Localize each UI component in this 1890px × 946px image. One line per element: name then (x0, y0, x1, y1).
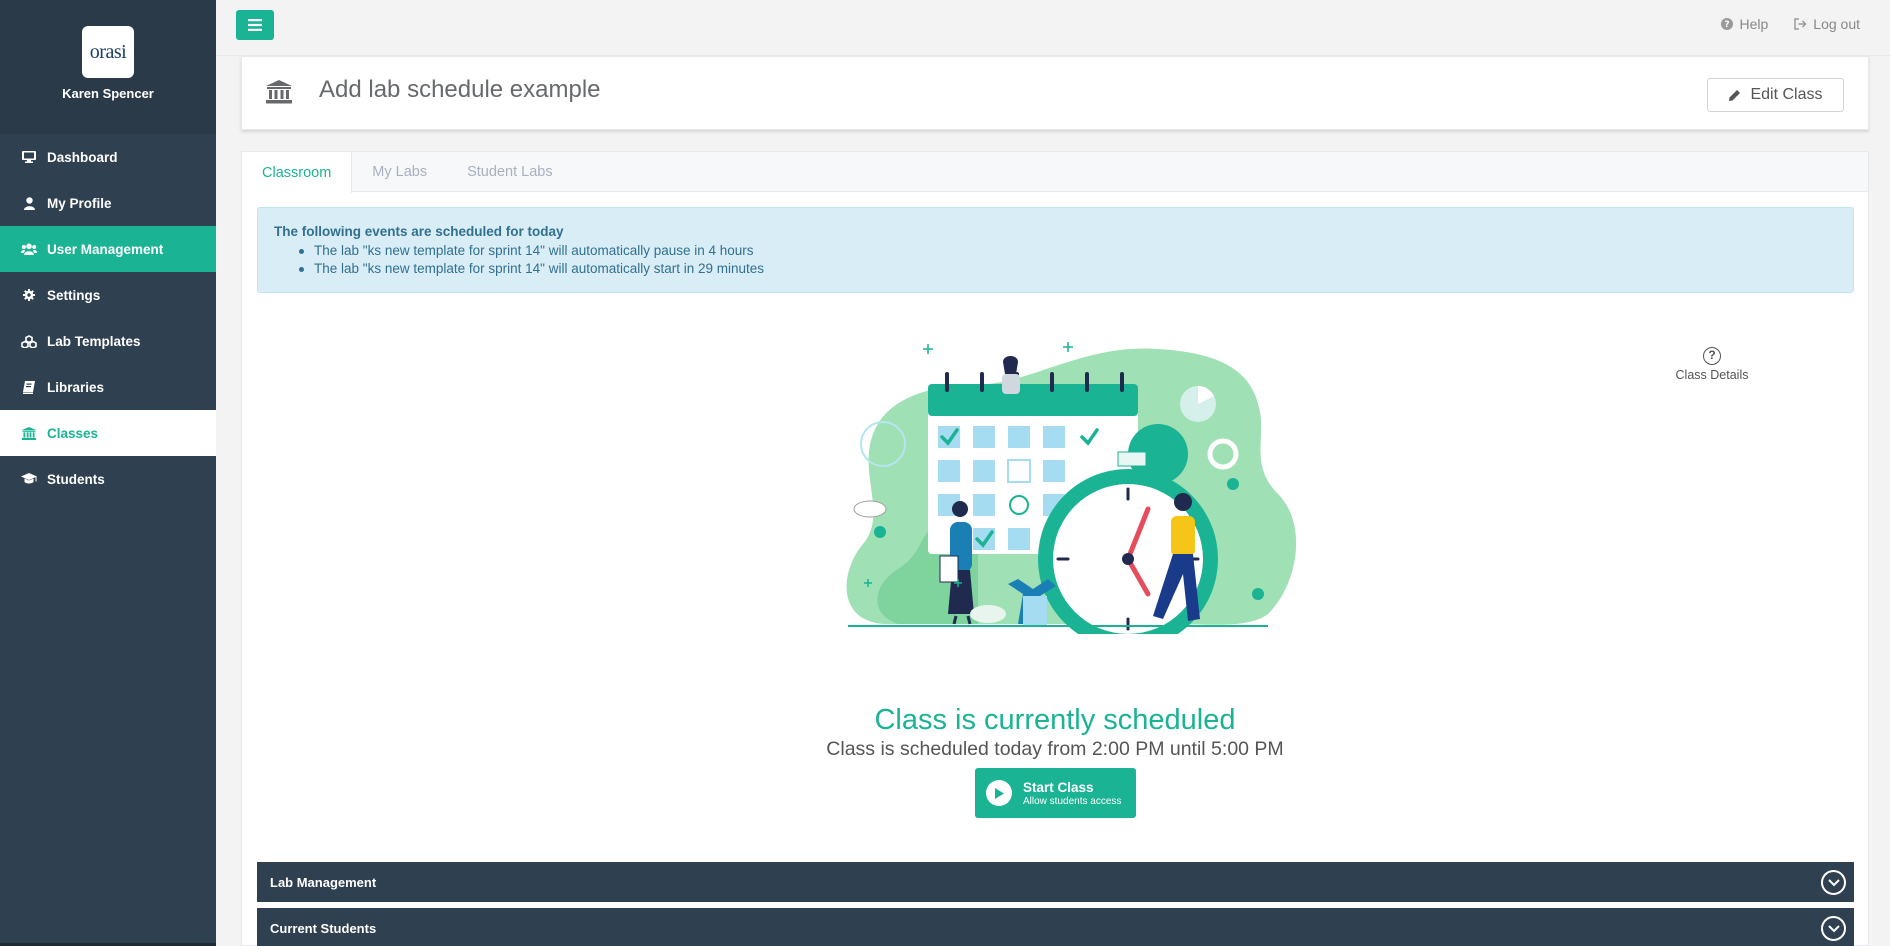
class-details-link[interactable]: ? Class Details (1657, 347, 1767, 382)
profile-area: orasi Karen Spencer (0, 0, 216, 134)
sidebar-item-label: User Management (47, 241, 164, 257)
class-status-subtitle: Class is scheduled today from 2:00 PM un… (826, 738, 1284, 760)
institution-icon (20, 426, 38, 440)
sidebar-item-students[interactable]: Students (0, 456, 216, 502)
start-class-button[interactable]: Start Class Allow students access (975, 768, 1136, 818)
sidebar-item-libraries[interactable]: Libraries (0, 364, 216, 410)
graduation-cap-icon (20, 472, 38, 486)
sidebar-item-label: Dashboard (47, 149, 118, 165)
profile-name[interactable]: Karen Spencer (62, 86, 154, 101)
question-circle-icon: ? (1721, 18, 1734, 30)
topbar: ? Help Log out (216, 0, 1890, 56)
cubes-icon (20, 334, 38, 348)
logout-label: Log out (1813, 16, 1860, 32)
start-class-label: Start Class (1023, 779, 1094, 795)
sidebar-item-label: Libraries (47, 379, 105, 395)
hamburger-icon (248, 19, 262, 31)
sidebar-item-settings[interactable]: Settings (0, 272, 216, 318)
class-status-title: Class is currently scheduled (874, 704, 1236, 736)
alert-item: The lab "ks new template for sprint 14" … (299, 242, 1837, 260)
sign-out-icon (1794, 18, 1807, 30)
sidebar: orasi Karen Spencer Dashboard My Profile… (0, 0, 216, 946)
class-details-label: Class Details (1675, 368, 1749, 382)
top-links: ? Help Log out (1721, 16, 1860, 32)
sidebar-item-user-management[interactable]: User Management (0, 226, 216, 272)
class-panel: Classroom My Labs Student Labs The follo… (241, 151, 1869, 946)
tab-classroom[interactable]: Classroom (242, 152, 353, 193)
help-link[interactable]: ? Help (1721, 16, 1768, 32)
logo-text: orasi (89, 40, 127, 63)
lab-management-section[interactable]: Lab Management (257, 862, 1854, 902)
desktop-icon (20, 150, 38, 164)
sidebar-item-label: My Profile (47, 195, 112, 211)
sidebar-item-my-profile[interactable]: My Profile (0, 180, 216, 226)
logout-link[interactable]: Log out (1794, 16, 1860, 32)
tab-bar: Classroom My Labs Student Labs (242, 152, 1868, 193)
sidebar-item-label: Settings (47, 287, 101, 303)
svg-text:?: ? (1725, 20, 1730, 30)
book-icon (20, 380, 38, 394)
chevron-down-icon[interactable] (1821, 916, 1846, 941)
pencil-icon (1729, 89, 1741, 101)
current-students-section[interactable]: Current Students (257, 908, 1854, 946)
start-class-sublabel: Allow students access (1023, 795, 1122, 807)
users-icon (20, 242, 38, 256)
question-circle-icon: ? (1703, 347, 1721, 365)
section-title: Current Students (270, 920, 377, 936)
page-header: Add lab schedule example Edit Class (241, 56, 1869, 130)
tab-student-labs[interactable]: Student Labs (447, 152, 572, 191)
sidebar-item-lab-templates[interactable]: Lab Templates (0, 318, 216, 364)
play-icon (986, 780, 1012, 806)
edit-class-button[interactable]: Edit Class (1707, 78, 1844, 112)
user-icon (20, 196, 38, 210)
alert-title: The following events are scheduled for t… (274, 224, 564, 239)
sidebar-nav: Dashboard My Profile User Management Set… (0, 134, 216, 502)
sidebar-item-classes[interactable]: Classes (0, 410, 216, 456)
sidebar-item-label: Lab Templates (47, 333, 141, 349)
gear-icon (20, 288, 38, 302)
sidebar-item-label: Classes (47, 425, 99, 441)
page-title: Add lab schedule example (319, 76, 601, 103)
schedule-illustration (846, 342, 1297, 634)
tab-my-labs[interactable]: My Labs (352, 152, 447, 191)
help-label: Help (1739, 16, 1769, 32)
sidebar-item-dashboard[interactable]: Dashboard (0, 134, 216, 180)
alert-list: The lab "ks new template for sprint 14" … (274, 242, 1837, 278)
institution-icon (266, 80, 292, 104)
menu-toggle-button[interactable] (236, 10, 274, 40)
sidebar-item-label: Students (47, 471, 105, 487)
edit-class-label: Edit Class (1750, 86, 1823, 103)
chevron-down-icon[interactable] (1821, 870, 1846, 895)
alert-item: The lab "ks new template for sprint 14" … (299, 260, 1837, 278)
section-title: Lab Management (270, 874, 377, 890)
company-logo: orasi (82, 26, 134, 78)
events-alert: The following events are scheduled for t… (257, 207, 1854, 293)
